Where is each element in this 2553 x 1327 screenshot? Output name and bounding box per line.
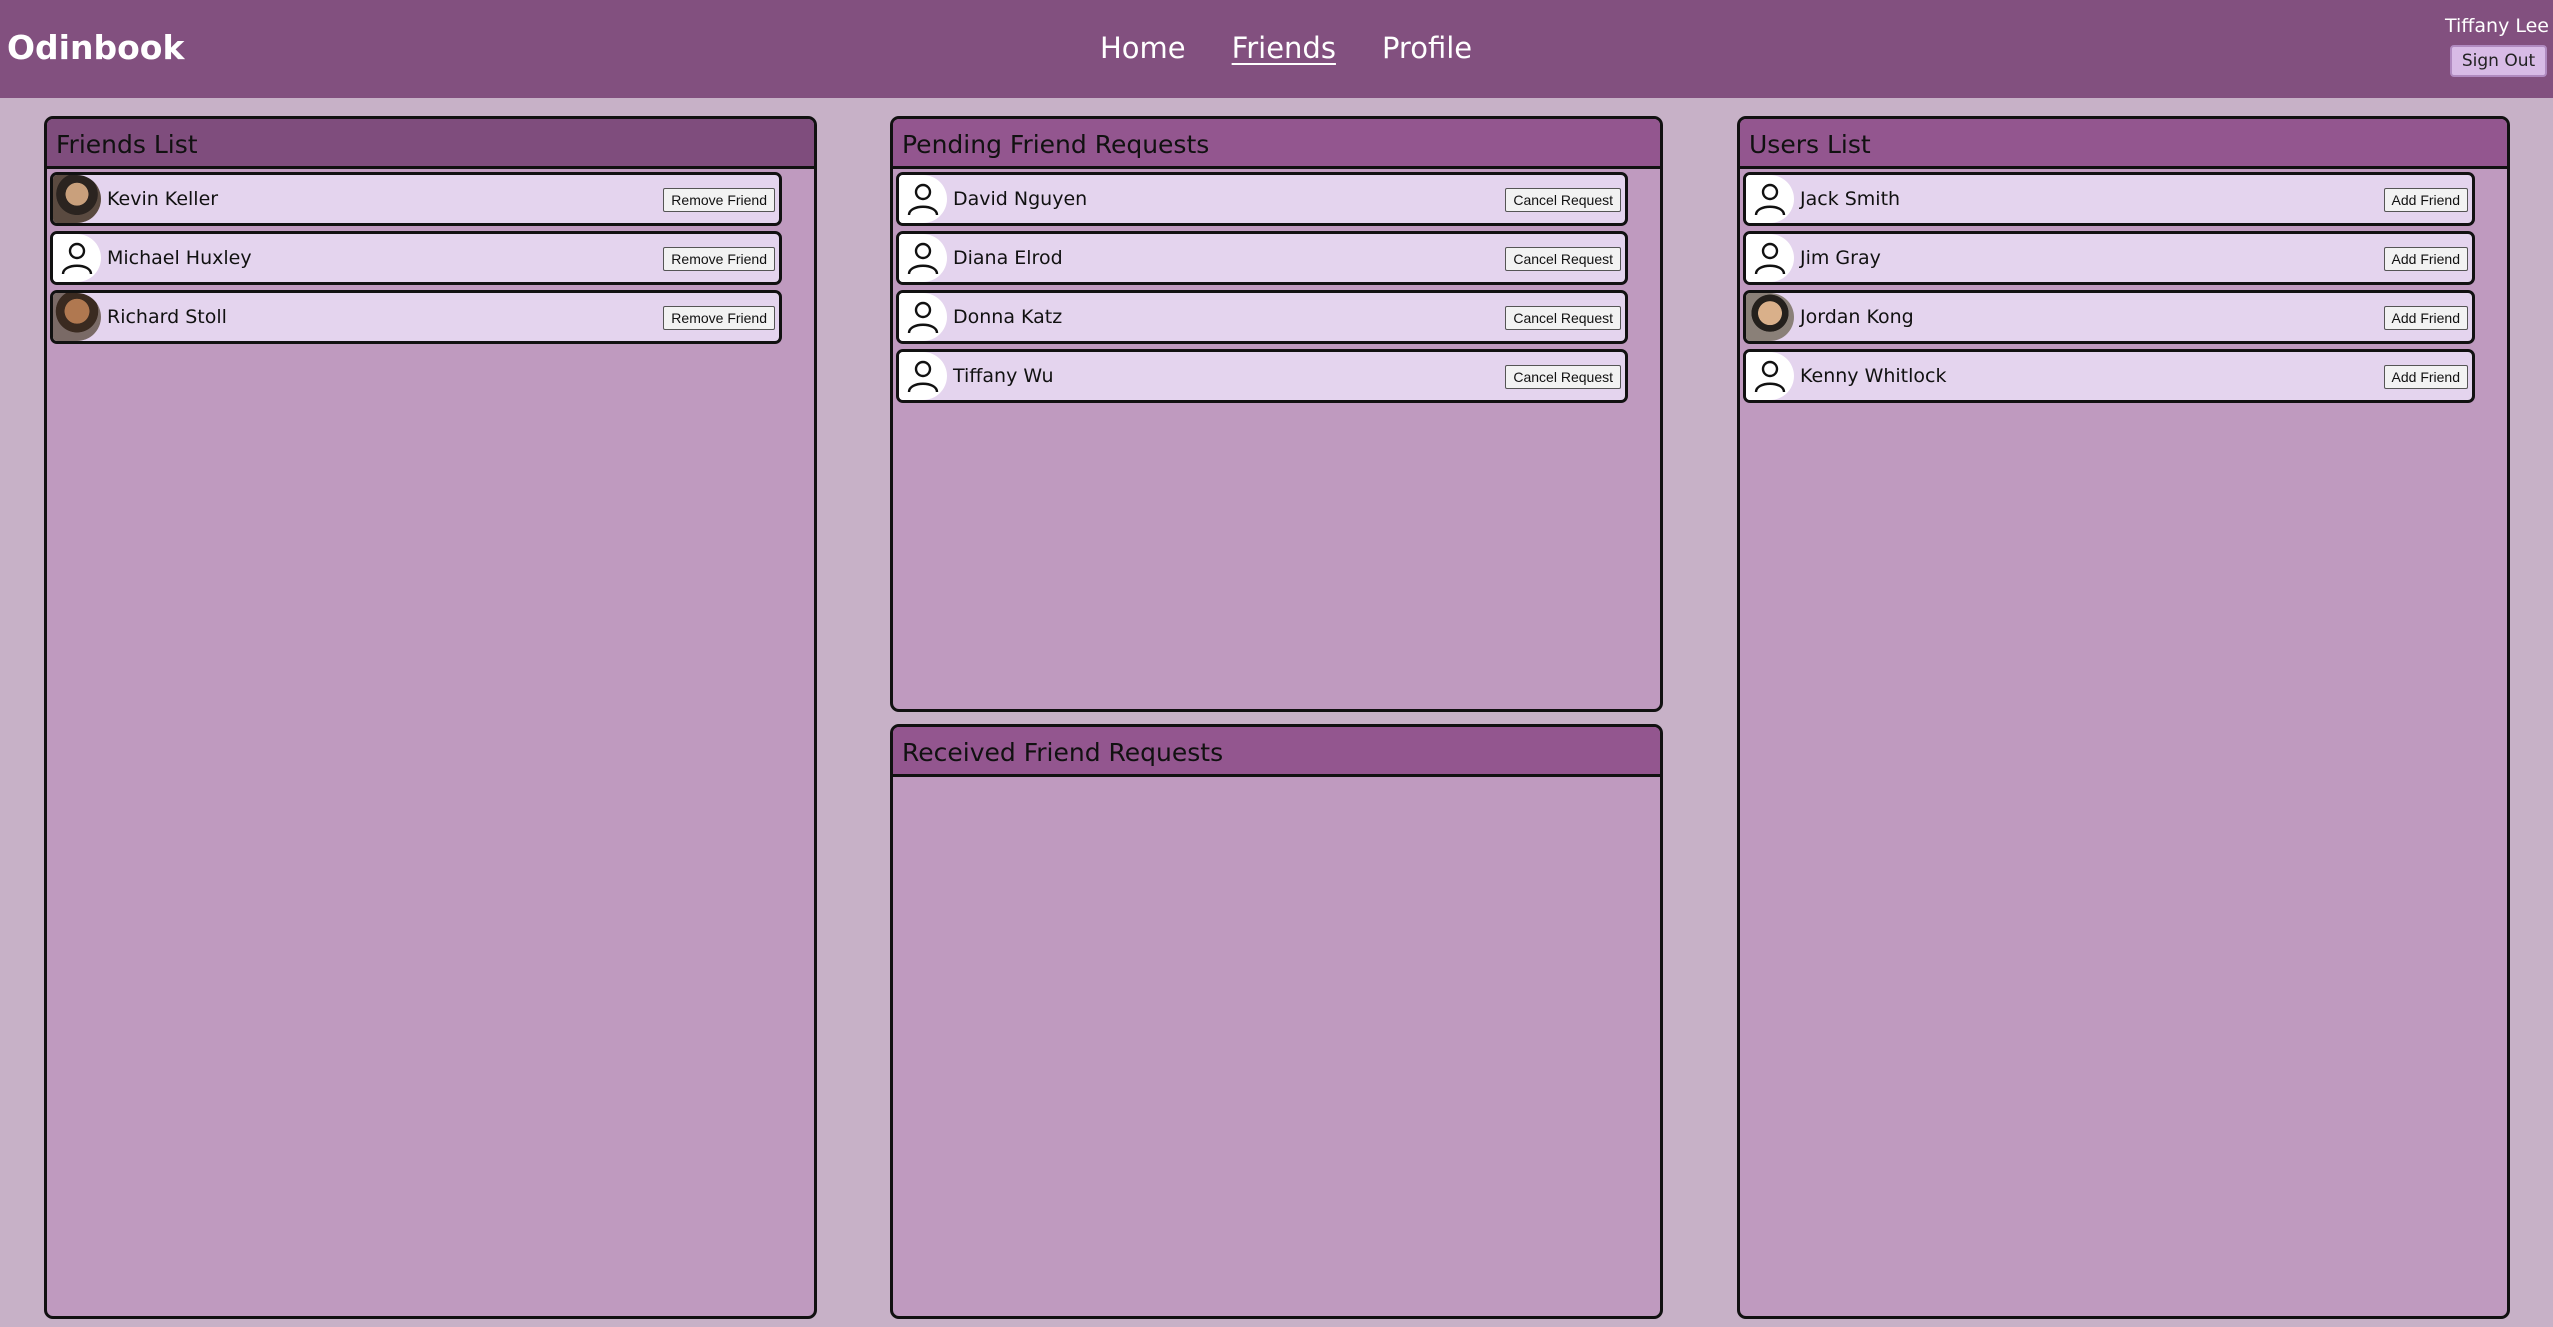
default-user-icon <box>53 234 101 282</box>
pending-request-row: Donna Katz Cancel Request <box>896 290 1628 344</box>
default-user-icon <box>899 293 947 341</box>
friend-name[interactable]: Michael Huxley <box>107 247 252 269</box>
nav-profile-link[interactable]: Profile <box>1382 31 1472 65</box>
received-requests-title: Received Friend Requests <box>893 727 1660 777</box>
brand-logo[interactable]: Odinbook <box>7 28 184 67</box>
remove-friend-button[interactable]: Remove Friend <box>663 247 775 271</box>
cancel-request-button[interactable]: Cancel Request <box>1505 365 1621 389</box>
pending-request-row: Tiffany Wu Cancel Request <box>896 349 1628 403</box>
current-user-name: Tiffany Lee <box>2445 15 2549 37</box>
user-row: Kenny Whitlock Add Friend <box>1743 349 2475 403</box>
pending-user-name[interactable]: Donna Katz <box>953 306 1062 328</box>
cancel-request-button[interactable]: Cancel Request <box>1505 247 1621 271</box>
avatar-photo <box>1746 293 1794 341</box>
nav-friends-link[interactable]: Friends <box>1232 31 1336 65</box>
user-row: Jim Gray Add Friend <box>1743 231 2475 285</box>
add-friend-button[interactable]: Add Friend <box>2383 306 2468 330</box>
remove-friend-button[interactable]: Remove Friend <box>663 188 775 212</box>
friends-list-panel: Friends List Kevin Keller Remove Friend … <box>44 116 817 1319</box>
pending-request-row: David Nguyen Cancel Request <box>896 172 1628 226</box>
pending-requests-panel: Pending Friend Requests David Nguyen Can… <box>890 116 1663 712</box>
default-user-icon <box>1746 175 1794 223</box>
default-user-icon <box>899 352 947 400</box>
user-name[interactable]: Jordan Kong <box>1800 306 1914 328</box>
users-list: Jack Smith Add Friend Jim Gray Add Frien… <box>1740 169 2507 403</box>
user-name[interactable]: Jim Gray <box>1800 247 1881 269</box>
avatar-photo <box>53 293 101 341</box>
default-user-icon <box>899 175 947 223</box>
friend-name[interactable]: Richard Stoll <box>107 306 227 328</box>
received-requests-panel: Received Friend Requests <box>890 724 1663 1319</box>
friend-row: Kevin Keller Remove Friend <box>50 172 782 226</box>
remove-friend-button[interactable]: Remove Friend <box>663 306 775 330</box>
sign-out-button[interactable]: Sign Out <box>2450 45 2547 77</box>
main-nav: Home Friends Profile <box>1100 31 1518 65</box>
friends-list-title: Friends List <box>47 119 814 169</box>
users-list-panel: Users List Jack Smith Add Friend Jim Gra… <box>1737 116 2510 1319</box>
user-row: Jordan Kong Add Friend <box>1743 290 2475 344</box>
pending-user-name[interactable]: Diana Elrod <box>953 247 1063 269</box>
users-list-title: Users List <box>1740 119 2507 169</box>
nav-home-link[interactable]: Home <box>1100 31 1186 65</box>
cancel-request-button[interactable]: Cancel Request <box>1505 188 1621 212</box>
received-requests-list <box>893 777 1660 780</box>
friend-row: Richard Stoll Remove Friend <box>50 290 782 344</box>
pending-user-name[interactable]: David Nguyen <box>953 188 1087 210</box>
pending-requests-title: Pending Friend Requests <box>893 119 1660 169</box>
pending-user-name[interactable]: Tiffany Wu <box>953 365 1054 387</box>
add-friend-button[interactable]: Add Friend <box>2383 247 2468 271</box>
avatar-photo <box>53 175 101 223</box>
pending-requests-list: David Nguyen Cancel Request Diana Elrod … <box>893 169 1660 403</box>
friend-row: Michael Huxley Remove Friend <box>50 231 782 285</box>
default-user-icon <box>899 234 947 282</box>
cancel-request-button[interactable]: Cancel Request <box>1505 306 1621 330</box>
user-name[interactable]: Kenny Whitlock <box>1800 365 1946 387</box>
add-friend-button[interactable]: Add Friend <box>2383 188 2468 212</box>
add-friend-button[interactable]: Add Friend <box>2383 365 2468 389</box>
pending-request-row: Diana Elrod Cancel Request <box>896 231 1628 285</box>
user-row: Jack Smith Add Friend <box>1743 172 2475 226</box>
user-name[interactable]: Jack Smith <box>1800 188 1900 210</box>
top-navbar: Odinbook Home Friends Profile Tiffany Le… <box>0 0 2553 98</box>
user-box: Tiffany Lee Sign Out <box>2445 15 2549 77</box>
friend-name[interactable]: Kevin Keller <box>107 188 218 210</box>
default-user-icon <box>1746 352 1794 400</box>
default-user-icon <box>1746 234 1794 282</box>
friends-list: Kevin Keller Remove Friend Michael Huxle… <box>47 169 814 344</box>
